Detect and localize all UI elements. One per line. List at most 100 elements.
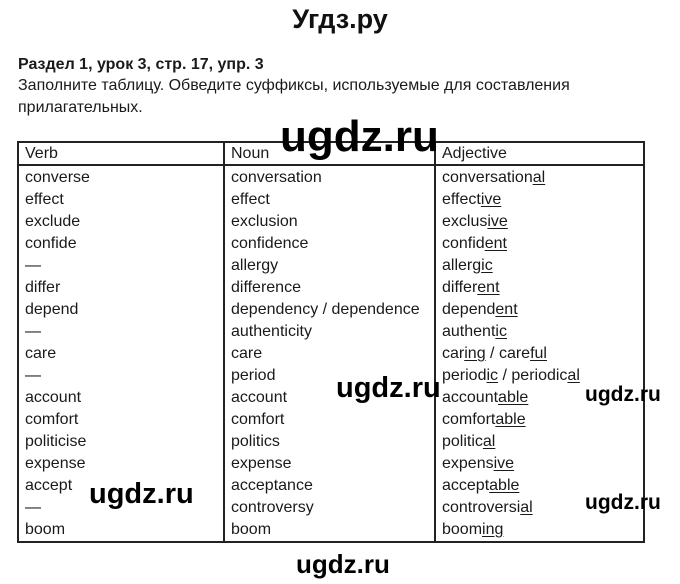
cell-verb: — — [17, 365, 225, 387]
cell-verb: — — [17, 255, 225, 277]
table-row: — authenticity authentic — [17, 321, 645, 343]
cell-verb: care — [17, 343, 225, 365]
adjective-suffix: able — [495, 411, 526, 428]
cell-noun: effect — [223, 189, 436, 211]
cell-noun: comfort — [223, 409, 436, 431]
adjective-suffix: ing — [482, 521, 504, 538]
cell-noun: boom — [223, 519, 436, 542]
cell-verb: politicise — [17, 431, 225, 453]
adjective-stem: differ — [442, 279, 478, 296]
adjective-stem: exclus — [442, 213, 488, 230]
cell-noun: care — [223, 343, 436, 365]
adjective-suffix: ent — [495, 301, 518, 318]
adjective-suffix: ent — [477, 279, 500, 296]
table-row: — period periodic / periodical — [17, 365, 645, 387]
cell-adjective: dependent — [434, 299, 645, 321]
cell-adjective: booming — [434, 519, 645, 542]
cell-adjective: effective — [434, 189, 645, 211]
adjective-stem: authent — [442, 323, 496, 340]
adjective-suffix: ive — [480, 191, 502, 208]
cell-noun: allergy — [223, 255, 436, 277]
table-row: — allergy allergic — [17, 255, 645, 277]
adjective-stem: conversation — [442, 169, 533, 186]
cell-verb: differ — [17, 277, 225, 299]
cell-noun: confidence — [223, 233, 436, 255]
adjective-suffix: ent — [484, 235, 507, 252]
cell-noun: conversation — [223, 165, 436, 189]
watermark: ugdz.ru — [585, 383, 661, 406]
cell-adjective: conversational — [434, 165, 645, 189]
adjective-stem: accept — [442, 477, 490, 494]
adjective-suffix: ing — [464, 345, 486, 362]
table-row: account account accountable — [17, 387, 645, 409]
adjective-stem: car — [442, 345, 465, 362]
cell-adjective: comfortable — [434, 409, 645, 431]
cell-verb: converse — [17, 165, 225, 189]
table-row: comfort comfort comfortable — [17, 409, 645, 431]
header-verb: Verb — [17, 142, 225, 166]
table-row: exclude exclusion exclusive — [17, 211, 645, 233]
table-row: boom boom booming — [17, 519, 645, 542]
cell-verb: account — [17, 387, 225, 409]
adjective-suffix: ic — [481, 257, 493, 274]
table-row: politicise politics political — [17, 431, 645, 453]
adjective-stem: politic — [442, 433, 483, 450]
separator: / — [498, 367, 512, 384]
separator: / — [485, 345, 499, 362]
adjective-stem: allerg — [442, 257, 482, 274]
adjective-suffix: al — [482, 433, 496, 450]
cell-adjective: caring / careful — [434, 343, 645, 365]
cell-verb: expense — [17, 453, 225, 475]
site-title: Угдз.ру — [292, 4, 388, 34]
watermark: ugdz.ru — [336, 372, 441, 404]
cell-verb: exclude — [17, 211, 225, 233]
cell-verb: confide — [17, 233, 225, 255]
adjective-suffix: ive — [493, 455, 515, 472]
cell-verb: depend — [17, 299, 225, 321]
adjective-stem: boom — [442, 521, 483, 538]
watermark: ugdz.ru — [296, 549, 390, 579]
adjective-stem: period — [442, 367, 487, 384]
table-row: confide confidence confident — [17, 233, 645, 255]
adjective-suffix: al — [520, 499, 533, 516]
cell-adjective: confident — [434, 233, 645, 255]
cell-noun: expense — [223, 453, 436, 475]
adjective-stem: periodic — [511, 367, 568, 384]
adjective-stem: depend — [442, 301, 496, 318]
watermark: ugdz.ru — [585, 491, 661, 514]
adjective-suffix: able — [498, 389, 529, 406]
cell-noun: controversy — [223, 497, 436, 519]
adjective-stem: comfort — [442, 411, 496, 428]
adjective-stem: confid — [442, 235, 485, 252]
watermark: ugdz.ru — [280, 112, 439, 161]
adjective-suffix: ful — [530, 345, 547, 362]
cell-adjective: exclusive — [434, 211, 645, 233]
adjective-suffix: al — [532, 169, 546, 186]
adjective-suffix: able — [489, 477, 520, 494]
cell-noun: politics — [223, 431, 436, 453]
adjective-stem: controversi — [442, 499, 521, 516]
cell-noun: acceptance — [223, 475, 436, 497]
adjective-stem: care — [498, 345, 531, 362]
cell-adjective: allergic — [434, 255, 645, 277]
adjective-suffix: ic — [495, 323, 507, 340]
cell-verb: — — [17, 321, 225, 343]
table-row: expense expense expensive — [17, 453, 645, 475]
adjective-suffix: ic — [486, 367, 499, 384]
cell-adjective: expensive — [434, 453, 645, 475]
cell-adjective: different — [434, 277, 645, 299]
adjective-suffix: al — [567, 367, 580, 384]
adjective-stem: effect — [442, 191, 481, 208]
cell-noun: exclusion — [223, 211, 436, 233]
cell-verb: effect — [17, 189, 225, 211]
cell-noun: dependency / dependence — [223, 299, 436, 321]
table-row: converse conversation conversational — [17, 165, 645, 189]
table-row: effect effect effective — [17, 189, 645, 211]
cell-noun: difference — [223, 277, 436, 299]
cell-verb: comfort — [17, 409, 225, 431]
adjective-suffix: ive — [487, 213, 508, 230]
cell-noun: authenticity — [223, 321, 436, 343]
exercise-heading: Раздел 1, урок 3, стр. 17, упр. 3 — [18, 56, 264, 73]
table-row: care care caring / careful — [17, 343, 645, 365]
adjective-stem: expens — [442, 455, 494, 472]
